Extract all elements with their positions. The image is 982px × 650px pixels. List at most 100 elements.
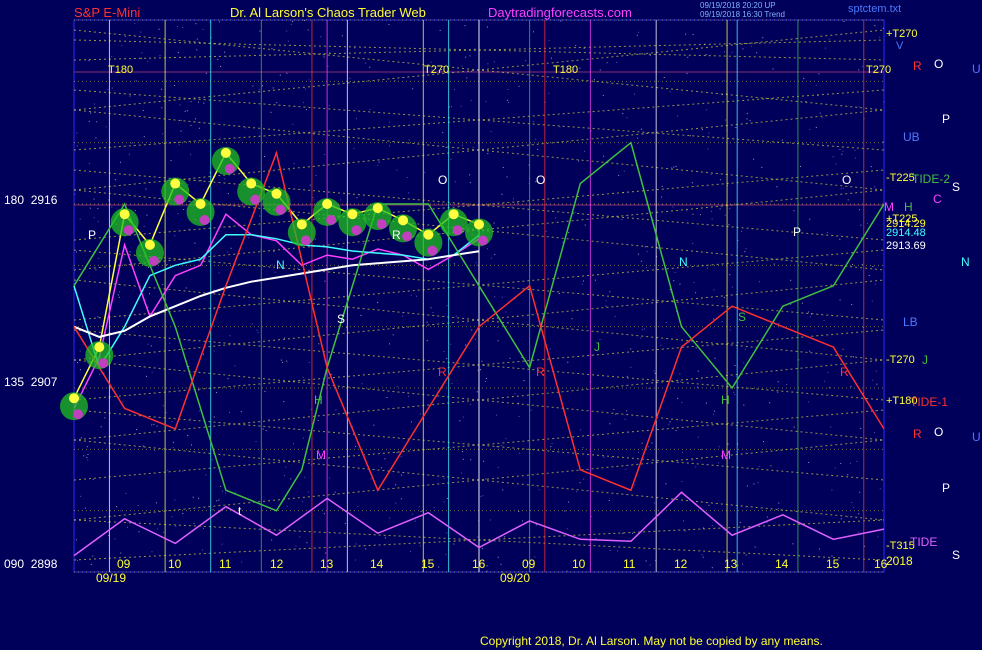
top-t-label: T180: [553, 64, 579, 76]
texture-dot: [442, 132, 444, 134]
texture-dot: [271, 539, 273, 541]
texture-dot: [308, 79, 310, 81]
magenta-dot: [148, 255, 159, 266]
texture-dot: [324, 153, 326, 155]
texture-dot: [669, 421, 671, 423]
texture-dot: [653, 370, 655, 372]
texture-dot: [661, 185, 663, 187]
texture-dot: [778, 322, 780, 324]
chart-letter: P: [793, 225, 802, 239]
texture-dot: [186, 110, 188, 112]
texture-dot: [169, 342, 171, 344]
texture-dot: [807, 401, 809, 403]
author-title: Dr. Al Larson's Chaos Trader Web: [230, 5, 426, 20]
texture-dot: [630, 348, 632, 350]
texture-dot: [377, 302, 379, 304]
texture-dot: [500, 563, 502, 565]
texture-dot: [283, 401, 285, 403]
texture-dot: [125, 36, 127, 38]
texture-dot: [217, 58, 219, 60]
texture-dot: [469, 182, 471, 184]
texture-dot: [107, 521, 109, 523]
texture-dot: [637, 137, 639, 139]
texture-dot: [487, 153, 489, 155]
texture-dot: [465, 344, 467, 346]
texture-dot: [128, 153, 130, 155]
texture-dot: [870, 166, 872, 168]
texture-dot: [859, 209, 861, 211]
texture-dot: [87, 453, 89, 455]
texture-dot: [172, 441, 174, 443]
texture-dot: [860, 428, 862, 430]
texture-dot: [762, 441, 764, 443]
texture-dot: [699, 214, 701, 216]
yellow-dot: [474, 219, 484, 230]
texture-dot: [307, 491, 309, 493]
texture-dot: [684, 530, 686, 532]
texture-dot: [581, 283, 583, 285]
texture-dot: [111, 56, 113, 58]
texture-dot: [219, 21, 221, 23]
texture-dot: [120, 510, 122, 512]
texture-dot: [84, 507, 86, 509]
texture-dot: [847, 474, 849, 476]
texture-dot: [872, 379, 874, 381]
texture-dot: [111, 206, 113, 208]
x-tick-label: 14: [370, 557, 384, 571]
texture-dot: [450, 105, 452, 107]
planet-label: U: [972, 62, 981, 76]
planet-label: V: [896, 40, 904, 52]
texture-dot: [717, 462, 719, 464]
chart-letter: O: [536, 173, 546, 187]
texture-dot: [631, 532, 633, 534]
texture-dot: [790, 279, 792, 281]
magenta-dot: [402, 231, 413, 242]
texture-dot: [105, 126, 107, 128]
chart-letter: N: [276, 258, 285, 272]
x-tick-label: 13: [724, 557, 738, 571]
texture-dot: [677, 397, 679, 399]
texture-dot: [273, 250, 275, 252]
texture-dot: [92, 478, 94, 480]
texture-dot: [312, 197, 314, 199]
texture-dot: [202, 28, 204, 30]
texture-dot: [840, 188, 842, 190]
texture-dot: [721, 321, 723, 323]
texture-dot: [340, 199, 342, 201]
texture-dot: [196, 49, 198, 51]
texture-dot: [744, 251, 746, 253]
texture-dot: [86, 446, 88, 448]
texture-dot: [234, 365, 236, 367]
planet-label: P: [942, 112, 951, 126]
magenta-dot: [199, 215, 210, 225]
texture-dot: [80, 437, 82, 439]
texture-dot: [803, 325, 805, 327]
texture-dot: [131, 142, 133, 144]
texture-dot: [719, 208, 721, 210]
texture-dot: [297, 214, 299, 216]
texture-dot: [354, 47, 356, 49]
texture-dot: [90, 112, 92, 114]
texture-dot: [365, 62, 367, 64]
texture-dot: [212, 509, 214, 511]
texture-dot: [143, 226, 145, 228]
texture-dot: [729, 329, 731, 331]
texture-dot: [386, 396, 388, 398]
texture-dot: [141, 52, 143, 54]
texture-dot: [432, 312, 434, 314]
texture-dot: [828, 38, 830, 40]
texture-dot: [75, 539, 77, 541]
x-tick-label: 12: [674, 557, 688, 571]
texture-dot: [702, 556, 704, 558]
texture-dot: [680, 381, 682, 383]
x-tick-label: 10: [572, 557, 586, 571]
texture-dot: [202, 353, 204, 355]
instrument-title: S&P E-Mini: [74, 5, 141, 20]
texture-dot: [590, 515, 592, 517]
texture-dot: [126, 526, 128, 528]
x-tick-label: 09: [117, 557, 131, 571]
texture-dot: [476, 264, 478, 266]
texture-dot: [809, 218, 811, 220]
texture-dot: [188, 365, 190, 367]
texture-dot: [839, 148, 841, 150]
